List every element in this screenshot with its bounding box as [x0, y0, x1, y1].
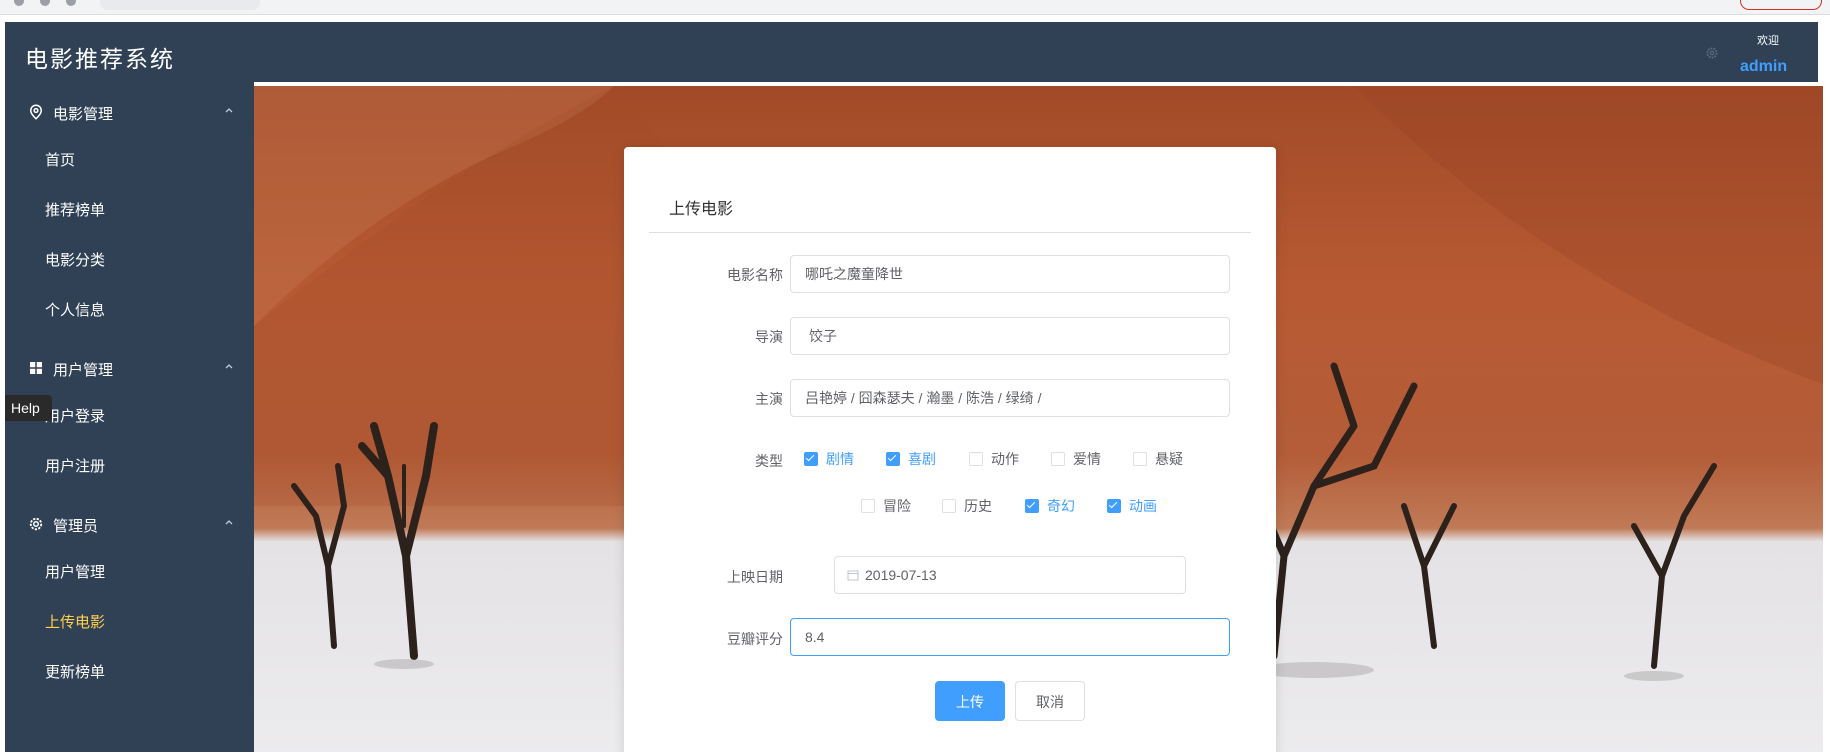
release-date-picker[interactable]: 2019-07-13	[834, 556, 1186, 594]
menu-group-label: 管理员	[53, 518, 99, 535]
sidebar-item-home[interactable]: 首页	[5, 138, 254, 178]
chevron-up-icon	[225, 520, 233, 525]
settings-icon[interactable]	[1705, 46, 1719, 60]
back-icon[interactable]	[14, 0, 24, 6]
chevron-up-icon	[225, 364, 233, 369]
checkbox-box	[1133, 452, 1147, 466]
sidebar-item-recommend-list[interactable]: 推荐榜单	[5, 188, 254, 228]
checkbox-box	[886, 452, 900, 466]
grid-icon	[30, 362, 42, 374]
checkbox-box	[942, 499, 956, 513]
actors-label: 主演	[755, 391, 783, 407]
menu-group-label: 电影管理	[53, 106, 114, 123]
checkbox-box	[969, 452, 983, 466]
sidebar-item-update-list[interactable]: 更新榜单	[5, 650, 254, 690]
checkbox-box	[1051, 452, 1065, 466]
gear-icon	[29, 517, 43, 531]
sidebar-item-movie-category[interactable]: 电影分类	[5, 238, 254, 278]
sidebar-item-user-register[interactable]: 用户注册	[5, 444, 254, 484]
sidebar-item-upload-movie[interactable]: 上传电影	[5, 600, 254, 640]
actors-input[interactable]: 吕艳婷 / 囧森瑟夫 / 瀚墨 / 陈浩 / 绿绮 /	[790, 379, 1230, 417]
app-title: 电影推荐系统	[25, 46, 175, 72]
menu-group-user-management[interactable]: 用户管理	[5, 350, 254, 386]
welcome-text: 欢迎	[1757, 35, 1779, 47]
menu-group-movie-management[interactable]: 电影管理	[5, 94, 254, 130]
location-pin-icon	[29, 104, 43, 120]
upload-button[interactable]: 上传	[935, 681, 1005, 721]
director-input[interactable]: 饺子	[790, 317, 1230, 355]
chevron-up-icon	[225, 108, 233, 113]
calendar-icon	[847, 570, 859, 581]
checkbox-box	[1107, 499, 1121, 513]
address-bar[interactable]	[100, 0, 260, 10]
douban-score-input[interactable]: 8.4	[790, 618, 1230, 656]
menu-group-admin[interactable]: 管理员	[5, 506, 254, 542]
sidebar-item-user-admin[interactable]: 用户管理	[5, 550, 254, 590]
checkbox-box	[1025, 499, 1039, 513]
browser-extension-button[interactable]	[1740, 0, 1822, 10]
director-label: 导演	[755, 329, 783, 345]
reload-icon[interactable]	[66, 0, 76, 6]
help-tooltip: Help	[5, 395, 52, 421]
movie-name-label: 电影名称	[727, 267, 783, 283]
card-title: 上传电影	[669, 201, 734, 218]
genre-label: 类型	[755, 453, 783, 469]
upload-movie-card: 上传电影 电影名称 哪吒之魔童降世 导演 饺子 主演 吕艳婷 / 囧森瑟夫 / …	[624, 147, 1276, 752]
checkbox-box	[804, 452, 818, 466]
release-date-label: 上映日期	[727, 569, 783, 585]
movie-name-input[interactable]: 哪吒之魔童降世	[790, 255, 1230, 293]
top-header: 电影推荐系统 欢迎 admin	[5, 22, 1818, 82]
app-window: 电影推荐系统 欢迎 admin 电影管理 首页 推荐榜单 电影分类 个人信息 用…	[5, 22, 1823, 752]
douban-score-label: 豆瓣评分	[727, 631, 783, 647]
release-date-value: 2019-07-13	[865, 567, 937, 583]
browser-toolbar	[0, 0, 1830, 15]
checkbox-box	[861, 499, 875, 513]
username-link[interactable]: admin	[1740, 58, 1787, 76]
card-divider	[649, 232, 1251, 233]
cancel-button[interactable]: 取消	[1015, 681, 1085, 721]
menu-group-label: 用户管理	[53, 362, 114, 379]
forward-icon[interactable]	[40, 0, 50, 6]
sidebar-item-profile[interactable]: 个人信息	[5, 288, 254, 328]
